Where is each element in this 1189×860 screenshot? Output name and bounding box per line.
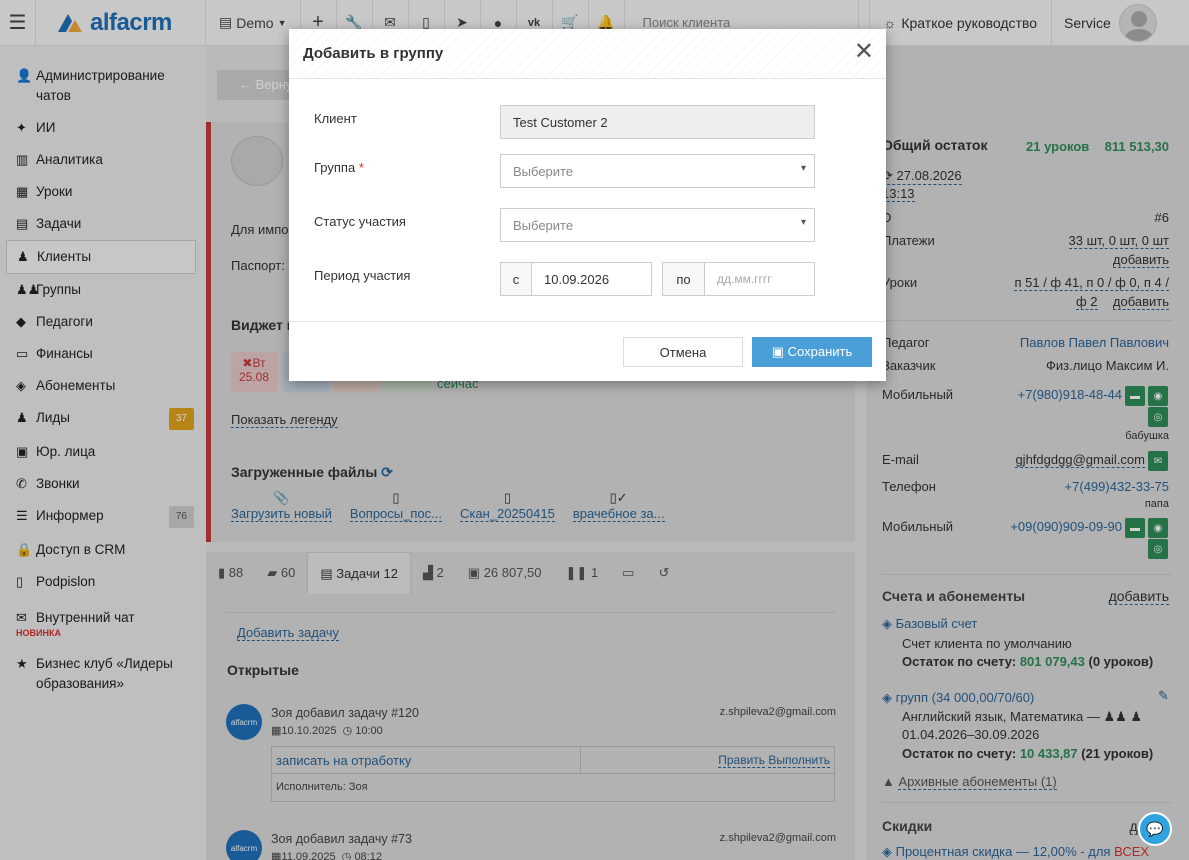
- add-to-group-modal: Добавить в группу ✕ Клиент Test Customer…: [289, 29, 886, 381]
- status-label: Статус участия: [314, 214, 406, 229]
- modal-header: Добавить в группу ✕: [289, 29, 886, 79]
- to-addon: по: [662, 262, 705, 296]
- close-icon[interactable]: ✕: [854, 39, 874, 65]
- group-label-text: Группа: [314, 160, 356, 175]
- save-label: Сохранить: [787, 344, 853, 359]
- to-date-input[interactable]: дд.мм.гггг: [704, 262, 815, 296]
- client-field: Test Customer 2: [500, 105, 815, 139]
- required-mark: *: [358, 160, 364, 175]
- period-label: Период участия: [314, 268, 411, 283]
- floppy-icon: ▣: [771, 344, 788, 359]
- chat-bubble-icon[interactable]: 💬: [1138, 812, 1172, 846]
- save-button[interactable]: ▣ Сохранить: [752, 337, 872, 367]
- cancel-button[interactable]: Отмена: [623, 337, 743, 367]
- group-label: Группа *: [314, 160, 364, 175]
- from-date-input[interactable]: 10.09.2026: [531, 262, 652, 296]
- client-label: Клиент: [314, 111, 357, 126]
- modal-footer: Отмена ▣ Сохранить: [289, 321, 886, 381]
- from-addon: с: [500, 262, 532, 296]
- group-select[interactable]: Выберите: [500, 154, 815, 188]
- status-select[interactable]: Выберите: [500, 208, 815, 242]
- modal-title: Добавить в группу: [303, 45, 444, 62]
